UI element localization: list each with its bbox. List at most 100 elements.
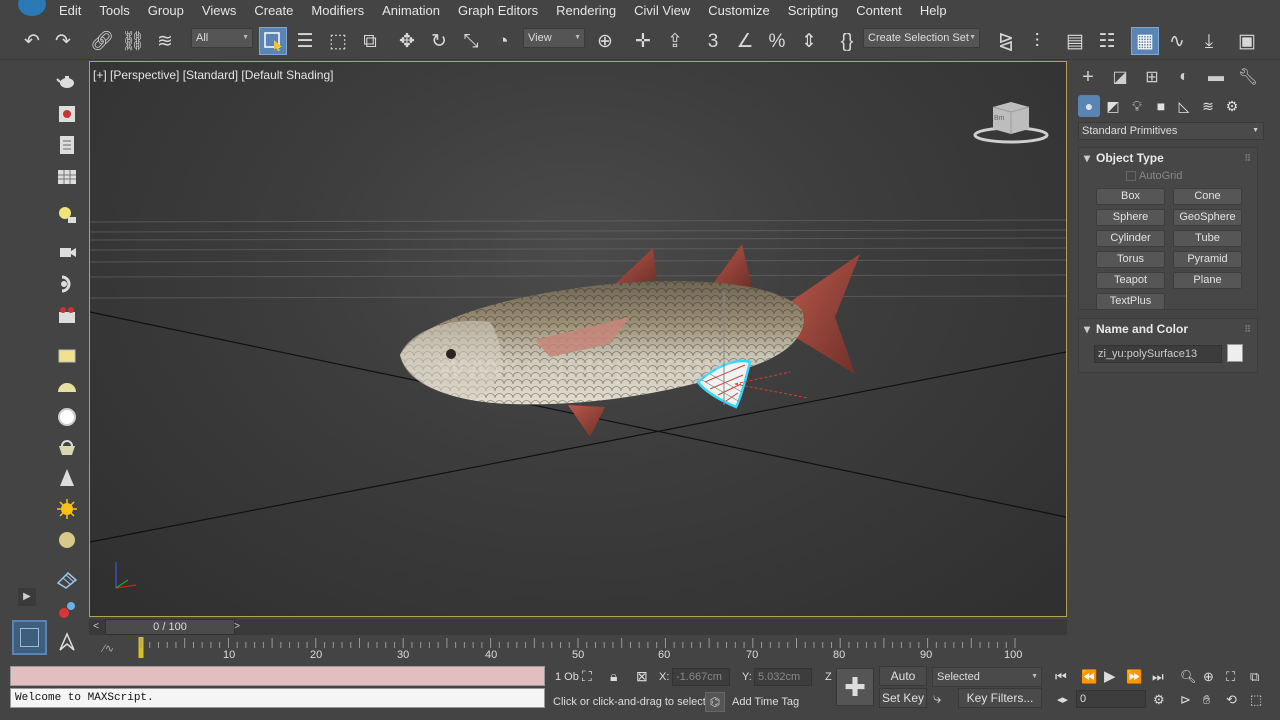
- key-filters-button[interactable]: Key Filters...: [958, 688, 1042, 708]
- rectangular-selection-icon[interactable]: ⬚: [324, 27, 352, 55]
- set-key-mode-icon[interactable]: ✚: [836, 668, 874, 706]
- select-object-icon[interactable]: [259, 27, 287, 55]
- reference-coordinate-dropdown[interactable]: View: [523, 28, 585, 48]
- zoom-extents-icon[interactable]: ⛶: [1226, 669, 1235, 685]
- plane-object-icon[interactable]: [53, 342, 81, 370]
- pivot-center-icon[interactable]: ⊕: [591, 27, 619, 55]
- zoom-all-icon[interactable]: ⊕: [1203, 669, 1214, 685]
- go-to-end-icon[interactable]: ⏭: [1152, 669, 1164, 685]
- camera-icon[interactable]: [53, 238, 81, 266]
- pan-view-icon[interactable]: ✋︎: [1203, 692, 1210, 708]
- time-tag-icon[interactable]: ⌬: [705, 692, 725, 712]
- auto-key-button[interactable]: Auto Key: [879, 666, 927, 701]
- moon-icon[interactable]: [53, 526, 81, 554]
- cone-light-icon[interactable]: [53, 464, 81, 492]
- teapot-button[interactable]: Teapot: [1096, 272, 1165, 289]
- menu-create[interactable]: Create: [245, 0, 302, 22]
- menu-customize[interactable]: Customize: [699, 0, 778, 22]
- menu-animation[interactable]: Animation: [373, 0, 449, 22]
- maximize-viewport-icon[interactable]: ⬚: [1250, 692, 1262, 708]
- isolate-selection-icon[interactable]: ⛶: [582, 668, 592, 685]
- basket-icon[interactable]: [53, 434, 81, 462]
- menu-graph-editors[interactable]: Graph Editors: [449, 0, 547, 22]
- utilities-tab-icon[interactable]: 🔧︎: [1235, 64, 1261, 90]
- cone-button[interactable]: Cone: [1173, 188, 1242, 205]
- menu-edit[interactable]: Edit: [50, 0, 90, 22]
- link-icon[interactable]: 🔗︎: [88, 27, 116, 55]
- snaps-toggle-icon[interactable]: 3: [699, 27, 727, 55]
- key-mode-toggle-icon[interactable]: ◂▸: [1057, 693, 1068, 706]
- time-configuration-icon[interactable]: ⚙︎: [1153, 692, 1165, 708]
- autogrid-checkbox[interactable]: AutoGrid: [1126, 170, 1182, 182]
- primitive-category-dropdown[interactable]: Standard Primitives: [1078, 122, 1264, 140]
- previous-frame-icon[interactable]: ⏪: [1081, 669, 1097, 685]
- select-and-rotate-icon[interactable]: ↻: [425, 27, 453, 55]
- dome-icon[interactable]: [53, 373, 81, 401]
- redo-icon[interactable]: ↷: [49, 27, 77, 55]
- tube-button[interactable]: Tube: [1173, 230, 1242, 247]
- selection-lock-icon[interactable]: 🔒︎: [610, 668, 617, 685]
- default-in-out-tangents-icon[interactable]: ⤷: [933, 690, 941, 707]
- maxscript-output-line[interactable]: Welcome to MAXScript.: [10, 688, 545, 708]
- maxscript-input-line[interactable]: [10, 666, 545, 686]
- x-coord-field[interactable]: -1.667cm: [672, 668, 730, 686]
- menu-help[interactable]: Help: [911, 0, 956, 22]
- toggle-ribbon-icon[interactable]: ▦: [1131, 27, 1159, 55]
- render-frame-icon[interactable]: [53, 100, 81, 128]
- align-icon[interactable]: ⫶: [1023, 27, 1051, 55]
- geometry-icon[interactable]: ●: [1078, 95, 1100, 117]
- zoom-icon[interactable]: 🔍︎: [1180, 669, 1197, 685]
- next-frame-icon[interactable]: ⏩: [1126, 669, 1142, 685]
- select-and-move-icon[interactable]: ✥: [393, 27, 421, 55]
- select-and-place-icon[interactable]: ◔: [489, 27, 517, 55]
- unlink-icon[interactable]: ⛓︎: [119, 27, 147, 55]
- set-key-button[interactable]: Set Key: [879, 688, 927, 708]
- time-prev-arrow[interactable]: <: [89, 619, 103, 635]
- layer-explorer-icon[interactable]: ☷: [1093, 27, 1121, 55]
- expand-panel-icon[interactable]: ▶: [18, 588, 36, 606]
- menu-scripting[interactable]: Scripting: [779, 0, 848, 22]
- y-coord-field[interactable]: 5.032cm: [754, 668, 812, 686]
- select-manipulate-icon[interactable]: ✛: [629, 27, 657, 55]
- edit-named-selection-icon[interactable]: {}: [833, 27, 861, 55]
- zoom-extents-all-icon[interactable]: ⧉: [1250, 669, 1259, 685]
- curve-toggle-icon[interactable]: ⁄∿: [103, 642, 114, 655]
- sound-icon[interactable]: [53, 270, 81, 298]
- menu-views[interactable]: Views: [193, 0, 245, 22]
- pyramid-button[interactable]: Pyramid: [1173, 251, 1242, 268]
- cylinder-button[interactable]: Cylinder: [1096, 230, 1165, 247]
- particles-icon[interactable]: [53, 565, 81, 593]
- time-next-arrow[interactable]: >: [230, 619, 244, 635]
- bind-space-warp-icon[interactable]: ≋: [151, 27, 179, 55]
- notes-icon[interactable]: [53, 131, 81, 159]
- time-slider[interactable]: 0 / 100: [105, 619, 235, 635]
- space-warps-icon[interactable]: ≋: [1197, 95, 1219, 117]
- absolute-mode-icon[interactable]: ⊠: [636, 668, 648, 685]
- compass-icon[interactable]: [53, 628, 81, 656]
- material-editor-icon[interactable]: ▣: [1233, 27, 1261, 55]
- app-logo-icon[interactable]: [0, 0, 50, 22]
- play-icon[interactable]: ▶: [1104, 667, 1116, 685]
- undo-icon[interactable]: ↶: [18, 27, 46, 55]
- angle-snap-icon[interactable]: ∠: [731, 27, 759, 55]
- geosphere-button[interactable]: GeoSphere: [1173, 209, 1242, 226]
- mirror-icon[interactable]: ⧎: [992, 27, 1020, 55]
- sphere-button[interactable]: Sphere: [1096, 209, 1165, 226]
- modify-tab-icon[interactable]: ◪: [1107, 64, 1133, 90]
- create-teapot-icon[interactable]: [53, 67, 81, 95]
- menu-civil-view[interactable]: Civil View: [625, 0, 699, 22]
- schematic-view-icon[interactable]: ⤓: [1195, 27, 1223, 55]
- object-type-header[interactable]: Object Type: [1079, 148, 1257, 168]
- add-time-tag[interactable]: Add Time Tag: [732, 696, 799, 708]
- lights-icon[interactable]: 💡︎: [1126, 95, 1148, 117]
- video-camera-icon[interactable]: [53, 301, 81, 329]
- field-of-view-icon[interactable]: ⊳: [1180, 692, 1191, 708]
- orbit-icon[interactable]: ⟲: [1226, 692, 1237, 708]
- spinner-snap-icon[interactable]: ⇕: [795, 27, 823, 55]
- selection-filter-dropdown[interactable]: All: [191, 28, 253, 48]
- track-bar[interactable]: ⁄∿ 10 20 30 40 50 60 70 80 90 100: [89, 636, 1067, 662]
- motion-tab-icon[interactable]: ◐: [1171, 64, 1197, 90]
- object-color-swatch[interactable]: [1227, 344, 1243, 362]
- curve-editor-icon[interactable]: ∿: [1163, 27, 1191, 55]
- sphere-light-icon[interactable]: [53, 403, 81, 431]
